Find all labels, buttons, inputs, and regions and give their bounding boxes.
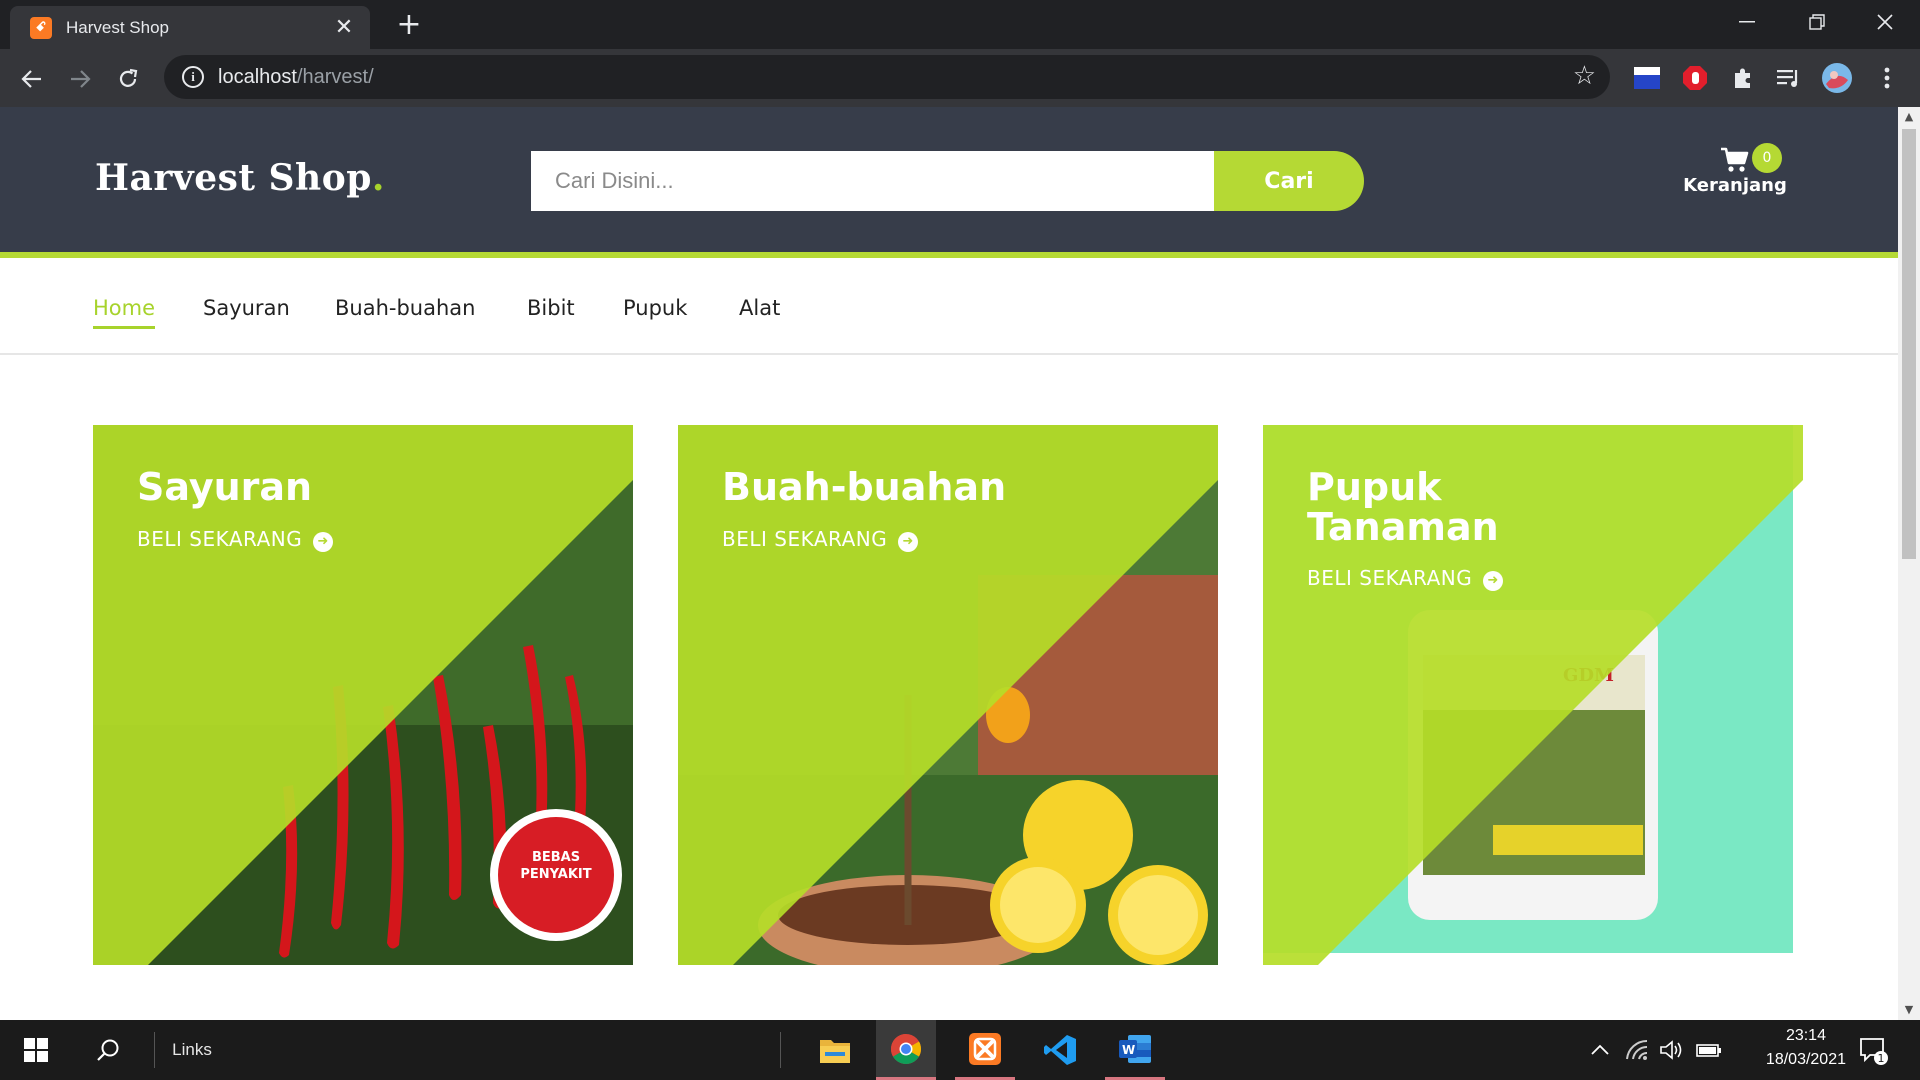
close-icon	[1877, 14, 1893, 30]
restore-button[interactable]	[1782, 0, 1852, 44]
extension-adblock-icon[interactable]	[1678, 61, 1712, 95]
folder-icon	[820, 1040, 850, 1063]
shop-now-link[interactable]: BELI SEKARANG ➜	[1307, 566, 1504, 591]
word-app[interactable]: W	[1105, 1020, 1165, 1080]
menu-item-alat[interactable]: Alat	[739, 296, 780, 320]
browser-menu-icon[interactable]	[1870, 61, 1904, 95]
browser-title-bar: ꗃ Harvest Shop ✕ +	[0, 0, 1920, 49]
bookmark-star-icon[interactable]: ☆	[1573, 61, 1596, 91]
url-text[interactable]: localhost/harvest/	[218, 66, 374, 89]
site-header: Harvest Shop. Cari Keranjang 0	[0, 107, 1898, 258]
links-toolbar[interactable]: Links	[170, 1020, 214, 1080]
word-icon: W	[1119, 1034, 1151, 1063]
action-center-button[interactable]: 1	[1850, 1020, 1896, 1080]
browser-tab[interactable]: ꗃ Harvest Shop ✕	[10, 6, 370, 49]
card-title: Buah-buahan	[722, 465, 1007, 509]
taskbar-separator	[780, 1032, 781, 1068]
clock-time: 23:14	[1785, 1027, 1826, 1044]
tab-title: Harvest Shop	[66, 17, 169, 37]
extension-flag-icon[interactable]	[1630, 61, 1664, 95]
shop-now-link[interactable]: BELI SEKARANG ➜	[722, 527, 919, 552]
volume-icon[interactable]	[1656, 1020, 1686, 1080]
svg-text:1: 1	[1878, 1052, 1885, 1065]
media-control-icon[interactable]	[1772, 61, 1806, 95]
forward-arrow-icon	[71, 70, 91, 88]
arrow-circle-right-icon: ➜	[313, 532, 334, 552]
category-card-buah-buahan[interactable]: Buah-buahan BELI SEKARANG ➜	[678, 425, 1218, 965]
windows-taskbar: Links W 23:14 18/03/2021 1	[0, 1020, 1920, 1080]
menu-item-buah-buahan[interactable]: Buah-buahan	[335, 296, 475, 320]
cart-label: Keranjang	[1683, 175, 1787, 196]
show-hidden-icons-icon[interactable]	[1588, 1020, 1612, 1080]
battery-icon[interactable]	[1694, 1020, 1724, 1080]
close-window-button[interactable]	[1850, 0, 1920, 44]
page-scrollbar[interactable]: ▲ ▼	[1898, 107, 1920, 1020]
minimize-button[interactable]	[1712, 0, 1782, 44]
forward-button[interactable]	[60, 59, 100, 99]
taskbar-separator	[154, 1032, 155, 1068]
chrome-icon	[890, 1033, 922, 1064]
reload-button[interactable]	[108, 59, 148, 99]
close-tab-icon[interactable]: ✕	[332, 15, 356, 40]
xampp-icon: ꗃ	[30, 16, 52, 39]
search-icon	[97, 1039, 119, 1061]
cart-count-badge: 0	[1752, 143, 1782, 173]
network-icon[interactable]	[1622, 1020, 1652, 1080]
system-clock[interactable]: 23:14 18/03/2021	[1766, 1024, 1846, 1072]
card-title: Sayuran	[137, 465, 313, 509]
new-tab-button[interactable]: +	[392, 8, 426, 42]
menu-item-pupuk[interactable]: Pupuk	[623, 296, 687, 320]
svg-text:W: W	[1122, 1043, 1135, 1057]
info-icon[interactable]: i	[182, 66, 204, 88]
site-logo[interactable]: Harvest Shop.	[95, 157, 385, 199]
clock-date: 18/03/2021	[1765, 1051, 1846, 1068]
profile-avatar[interactable]	[1820, 61, 1854, 95]
back-button[interactable]	[12, 59, 52, 99]
minimize-icon	[1739, 21, 1755, 23]
search-input[interactable]	[531, 151, 1214, 211]
menu-item-sayuran[interactable]: Sayuran	[203, 296, 290, 320]
vscode-app[interactable]	[1030, 1020, 1090, 1080]
scroll-up-icon[interactable]: ▲	[1898, 107, 1920, 127]
address-bar[interactable]: i localhost/harvest/ ☆	[164, 55, 1610, 99]
taskbar-search-button[interactable]	[82, 1020, 134, 1080]
shop-now-link[interactable]: BELI SEKARANG ➜	[137, 527, 334, 552]
chrome-app[interactable]	[876, 1020, 936, 1080]
category-card-sayuran[interactable]: BEBAS PENYAKIT Sayuran BELI SEKARANG ➜	[93, 425, 633, 965]
shopping-cart-icon	[1721, 147, 1749, 172]
category-card-pupuk-tanaman[interactable]: GDM PupukTanaman BELI SEKARANG ➜	[1263, 425, 1803, 965]
browser-toolbar: i localhost/harvest/ ☆	[0, 49, 1920, 107]
reload-icon	[119, 68, 138, 87]
start-button[interactable]	[10, 1020, 62, 1080]
arrow-circle-right-icon: ➜	[1483, 571, 1504, 591]
card-title: Pupuk Tanaman	[1307, 465, 1499, 549]
xampp-app[interactable]	[955, 1020, 1015, 1080]
menu-item-home[interactable]: Home	[93, 296, 156, 329]
scroll-down-icon[interactable]: ▼	[1898, 1000, 1920, 1020]
back-arrow-icon	[21, 70, 41, 88]
main-menu: Home Sayuran Buah-buahan Bibit Pupuk Ala…	[0, 258, 1898, 355]
xampp-icon	[969, 1032, 1001, 1065]
vscode-icon	[1044, 1035, 1076, 1065]
notification-icon: 1	[1860, 1038, 1888, 1065]
restore-icon	[1809, 14, 1825, 30]
search-button[interactable]: Cari	[1214, 151, 1364, 211]
menu-item-bibit[interactable]: Bibit	[527, 296, 575, 320]
cart-button[interactable]: Keranjang 0	[1680, 143, 1790, 217]
arrow-circle-right-icon: ➜	[898, 532, 919, 552]
windows-logo-icon	[24, 1038, 48, 1062]
web-page: Harvest Shop. Cari Keranjang 0 Home Sayu…	[0, 107, 1898, 1020]
extensions-puzzle-icon[interactable]	[1726, 61, 1760, 95]
scroll-thumb[interactable]	[1902, 129, 1916, 559]
file-explorer-app[interactable]	[805, 1020, 865, 1080]
search-form: Cari	[531, 151, 1364, 211]
